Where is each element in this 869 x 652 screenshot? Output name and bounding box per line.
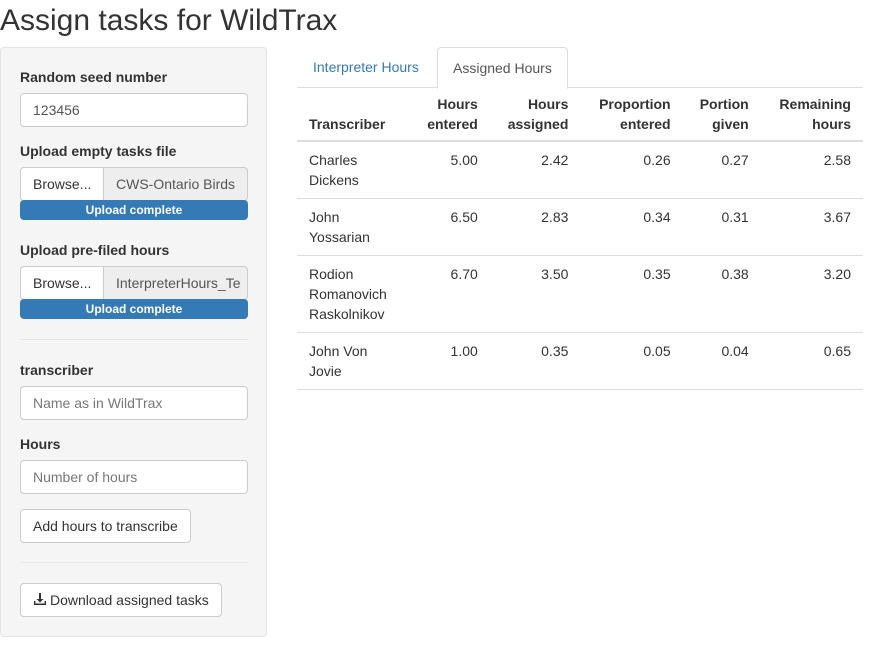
column-header-proportion-entered: Proportion entered	[580, 88, 683, 142]
column-header-hours-entered: Hours entered	[410, 88, 490, 142]
download-assigned-tasks-button[interactable]: Download assigned tasks	[20, 583, 222, 617]
cell-hours-assigned: 2.83	[489, 198, 581, 256]
cell-transcriber: Rodion Romanovich Raskolnikov	[297, 255, 410, 333]
empty-tasks-browse-button[interactable]: Browse...	[20, 167, 104, 201]
prefiled-hours-progress-bar: Upload complete	[20, 299, 248, 319]
cell-proportion-entered: 0.34	[580, 198, 683, 256]
table-row: Rodion Romanovich Raskolnikov 6.70 3.50 0.…	[297, 255, 863, 333]
cell-proportion-entered: 0.05	[580, 332, 683, 390]
cell-transcriber: John Yossarian	[297, 198, 410, 256]
tab-assigned-hours[interactable]: Assigned Hours	[437, 47, 568, 89]
cell-portion-given: 0.38	[682, 255, 761, 333]
empty-tasks-progress-bar: Upload complete	[20, 200, 248, 220]
prefiled-hours-file-name: InterpreterHours_Te	[104, 266, 248, 300]
cell-transcriber: John Von Jovie	[297, 332, 410, 390]
table-row: John Yossarian 6.50 2.83 0.34 0.31 3.67	[297, 198, 863, 256]
empty-tasks-file-input: Browse... CWS-Ontario Birds	[20, 167, 248, 201]
cell-remaining-hours: 3.67	[760, 198, 863, 256]
column-header-remaining-hours: Remaining hours	[760, 88, 863, 142]
seed-label: Random seed number	[20, 69, 168, 85]
table-header-row: Transcriber Hours entered Hours assigned P…	[297, 88, 863, 142]
column-header-portion-given: Portion given	[682, 88, 761, 142]
prefiled-hours-label: Upload pre-filed hours	[20, 242, 170, 258]
cell-proportion-entered: 0.26	[580, 141, 683, 199]
hours-input[interactable]	[20, 460, 248, 494]
cell-remaining-hours: 0.65	[760, 332, 863, 390]
transcriber-label: transcriber	[20, 362, 94, 378]
transcriber-input[interactable]	[20, 386, 248, 420]
cell-hours-assigned: 2.42	[489, 141, 581, 199]
cell-remaining-hours: 3.20	[760, 255, 863, 333]
cell-hours-assigned: 3.50	[489, 255, 581, 333]
cell-remaining-hours: 2.58	[760, 141, 863, 199]
cell-portion-given: 0.27	[682, 141, 761, 199]
cell-transcriber: Charles Dickens	[297, 141, 410, 199]
cell-portion-given: 0.31	[682, 198, 761, 256]
cell-hours-entered: 6.50	[410, 198, 490, 256]
column-header-transcriber: Transcriber	[297, 88, 410, 142]
prefiled-hours-browse-button[interactable]: Browse...	[20, 266, 104, 300]
sidebar-divider	[20, 339, 248, 340]
cell-hours-entered: 6.70	[410, 255, 490, 333]
add-hours-button[interactable]: Add hours to transcribe	[20, 509, 191, 543]
empty-tasks-label: Upload empty tasks file	[20, 143, 177, 159]
sidebar-panel: Random seed number Upload empty tasks fi…	[0, 47, 267, 637]
cell-proportion-entered: 0.35	[580, 255, 683, 333]
cell-hours-assigned: 0.35	[489, 332, 581, 390]
column-header-hours-assigned: Hours assigned	[489, 88, 581, 142]
sidebar-divider-2	[20, 562, 248, 563]
assigned-hours-table: Transcriber Hours entered Hours assigned P…	[297, 88, 863, 390]
download-button-label: Download assigned tasks	[50, 592, 209, 608]
cell-hours-entered: 5.00	[410, 141, 490, 199]
empty-tasks-file-name: CWS-Ontario Birds	[104, 167, 248, 201]
tab-bar: Interpreter Hours Assigned Hours	[297, 47, 863, 89]
table-row: John Von Jovie 1.00 0.35 0.05 0.04 0.65	[297, 332, 863, 390]
hours-label: Hours	[20, 436, 61, 452]
add-hours-button-label: Add hours to transcribe	[33, 518, 178, 534]
prefiled-hours-file-input: Browse... InterpreterHours_Te	[20, 266, 248, 300]
page-title: Assign tasks for WildTrax	[0, 4, 338, 37]
table-row: Charles Dickens 5.00 2.42 0.26 0.27 2.58	[297, 141, 863, 199]
tab-interpreter-hours[interactable]: Interpreter Hours	[298, 47, 434, 88]
download-icon	[33, 592, 50, 609]
cell-portion-given: 0.04	[682, 332, 761, 390]
cell-hours-entered: 1.00	[410, 332, 490, 390]
seed-input[interactable]	[20, 93, 248, 127]
